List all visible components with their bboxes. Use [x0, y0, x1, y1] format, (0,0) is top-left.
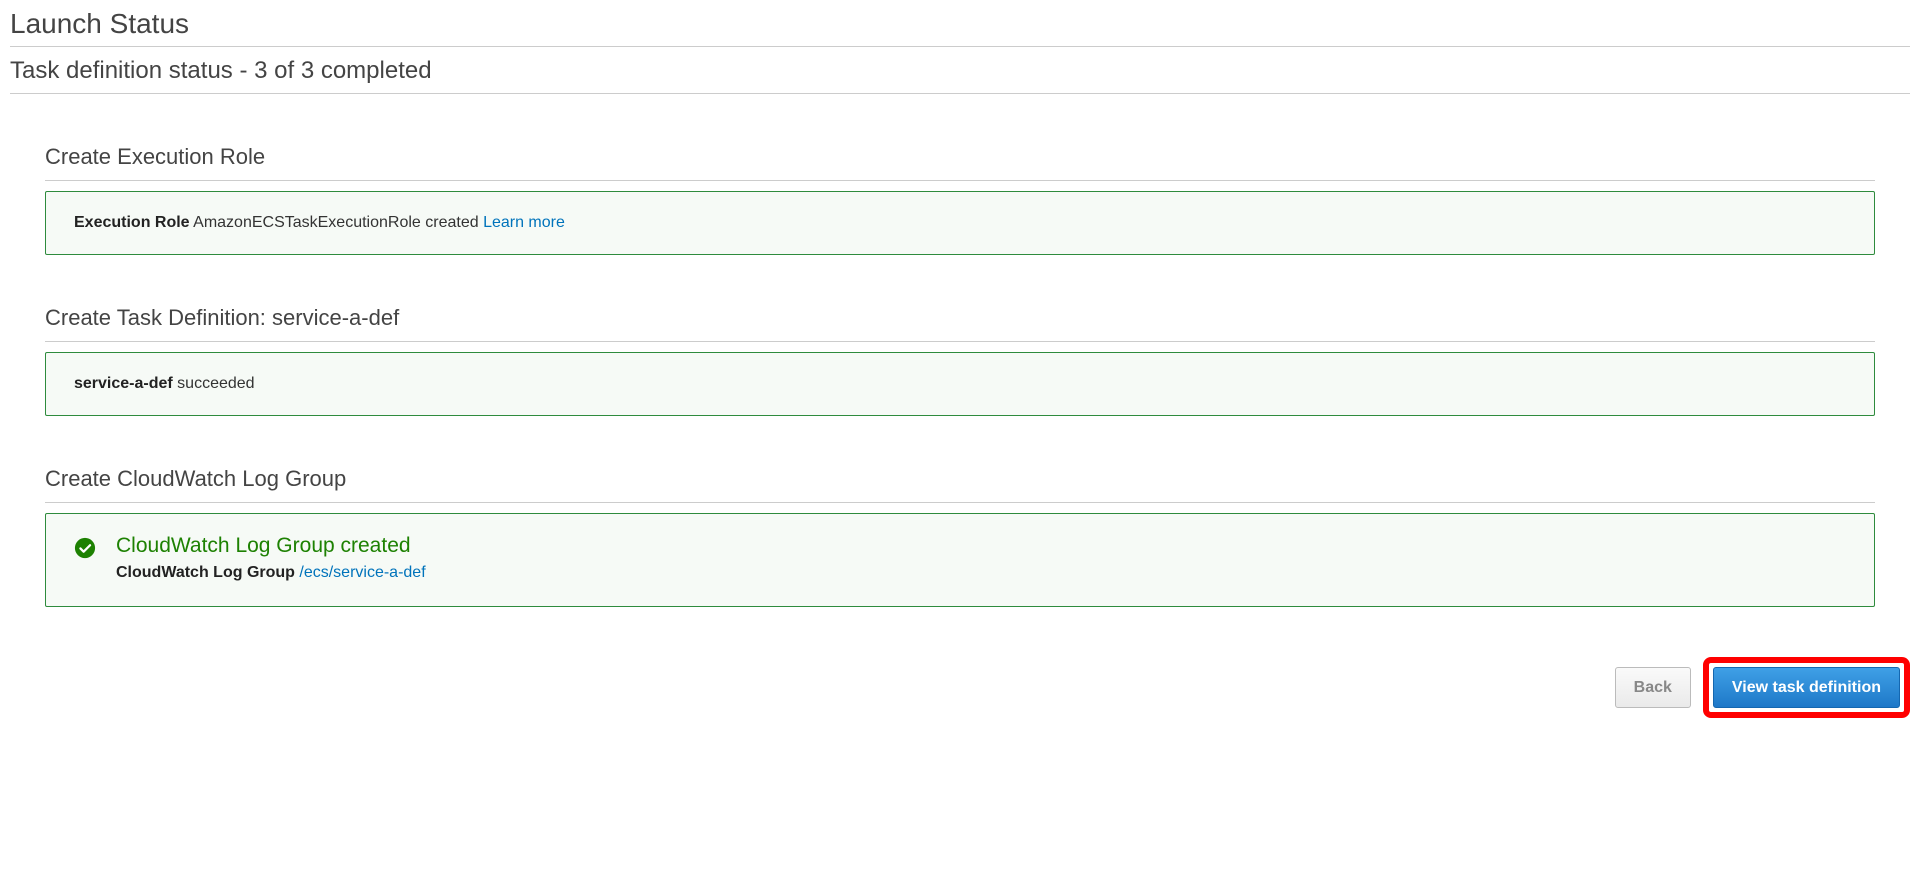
- page-title: Launch Status: [10, 0, 1910, 47]
- status-box-execution-role: Execution Role AmazonECSTaskExecutionRol…: [45, 191, 1875, 255]
- learn-more-link[interactable]: Learn more: [483, 214, 565, 231]
- status-line-execution-role: Execution Role AmazonECSTaskExecutionRol…: [74, 214, 1846, 232]
- status-line-task-definition: service-a-def succeeded: [74, 375, 1846, 393]
- log-group-content: CloudWatch Log Group created CloudWatch …: [116, 534, 1846, 582]
- section-log-group: Create CloudWatch Log Group CloudWatch L…: [10, 466, 1910, 607]
- section-heading-log-group: Create CloudWatch Log Group: [45, 466, 1875, 503]
- status-box-task-definition: service-a-def succeeded: [45, 352, 1875, 416]
- section-execution-role: Create Execution Role Execution Role Ama…: [10, 144, 1910, 255]
- section-heading-execution-role: Create Execution Role: [45, 144, 1875, 181]
- log-group-title: CloudWatch Log Group created: [116, 534, 1846, 558]
- execution-role-label: Execution Role: [74, 214, 190, 231]
- check-circle-icon: [74, 537, 96, 559]
- log-group-link[interactable]: /ecs/service-a-def: [295, 564, 426, 581]
- task-def-name: service-a-def: [74, 375, 173, 392]
- highlight-annotation: View task definition: [1703, 657, 1910, 718]
- back-button[interactable]: Back: [1615, 667, 1691, 708]
- status-subtitle: Task definition status - 3 of 3 complete…: [10, 47, 1910, 94]
- section-heading-task-definition: Create Task Definition: service-a-def: [45, 305, 1875, 342]
- execution-role-message: AmazonECSTaskExecutionRole created: [190, 214, 483, 231]
- view-task-definition-button[interactable]: View task definition: [1713, 667, 1900, 708]
- log-group-detail: CloudWatch Log Group /ecs/service-a-def: [116, 564, 1846, 582]
- button-row: Back View task definition: [10, 657, 1910, 718]
- task-def-message: succeeded: [173, 375, 255, 392]
- log-group-label: CloudWatch Log Group: [116, 564, 295, 581]
- status-box-log-group: CloudWatch Log Group created CloudWatch …: [45, 513, 1875, 607]
- section-task-definition: Create Task Definition: service-a-def se…: [10, 305, 1910, 416]
